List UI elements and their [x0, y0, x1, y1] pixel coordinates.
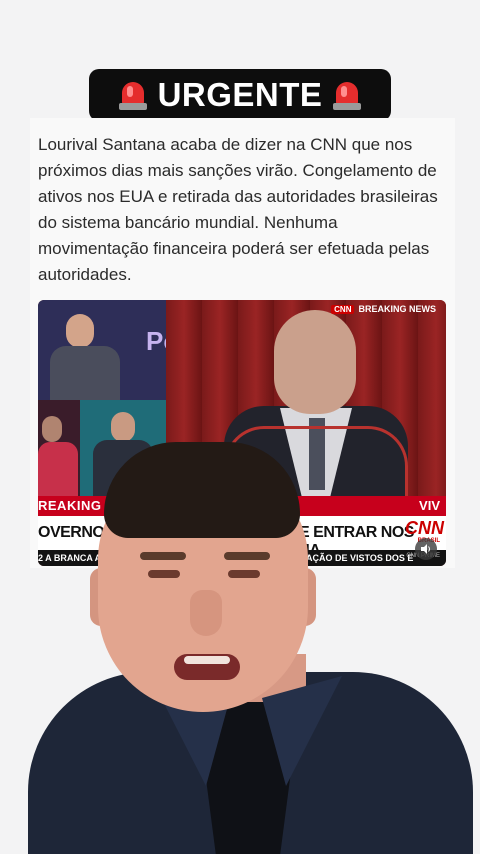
- urgent-banner: URGENTE: [89, 69, 391, 121]
- tweet-text: Lourival Santana acaba de dizer na CNN q…: [38, 135, 438, 284]
- police-light-icon: [332, 78, 362, 112]
- video-screen[interactable]: URGENTE Lourival Santana acaba de dizer …: [0, 0, 480, 854]
- breaking-news-label: BREAKING NEWS: [358, 304, 436, 314]
- breaking-news-badge: CNN BREAKING NEWS: [331, 304, 436, 314]
- police-light-icon: [118, 78, 148, 112]
- judge-figure: [274, 310, 356, 414]
- urgent-label: URGENTE: [157, 76, 323, 113]
- cnn-logo: CNN: [331, 304, 355, 314]
- presenter-hair: [104, 442, 300, 538]
- presenter-figure: [0, 440, 480, 854]
